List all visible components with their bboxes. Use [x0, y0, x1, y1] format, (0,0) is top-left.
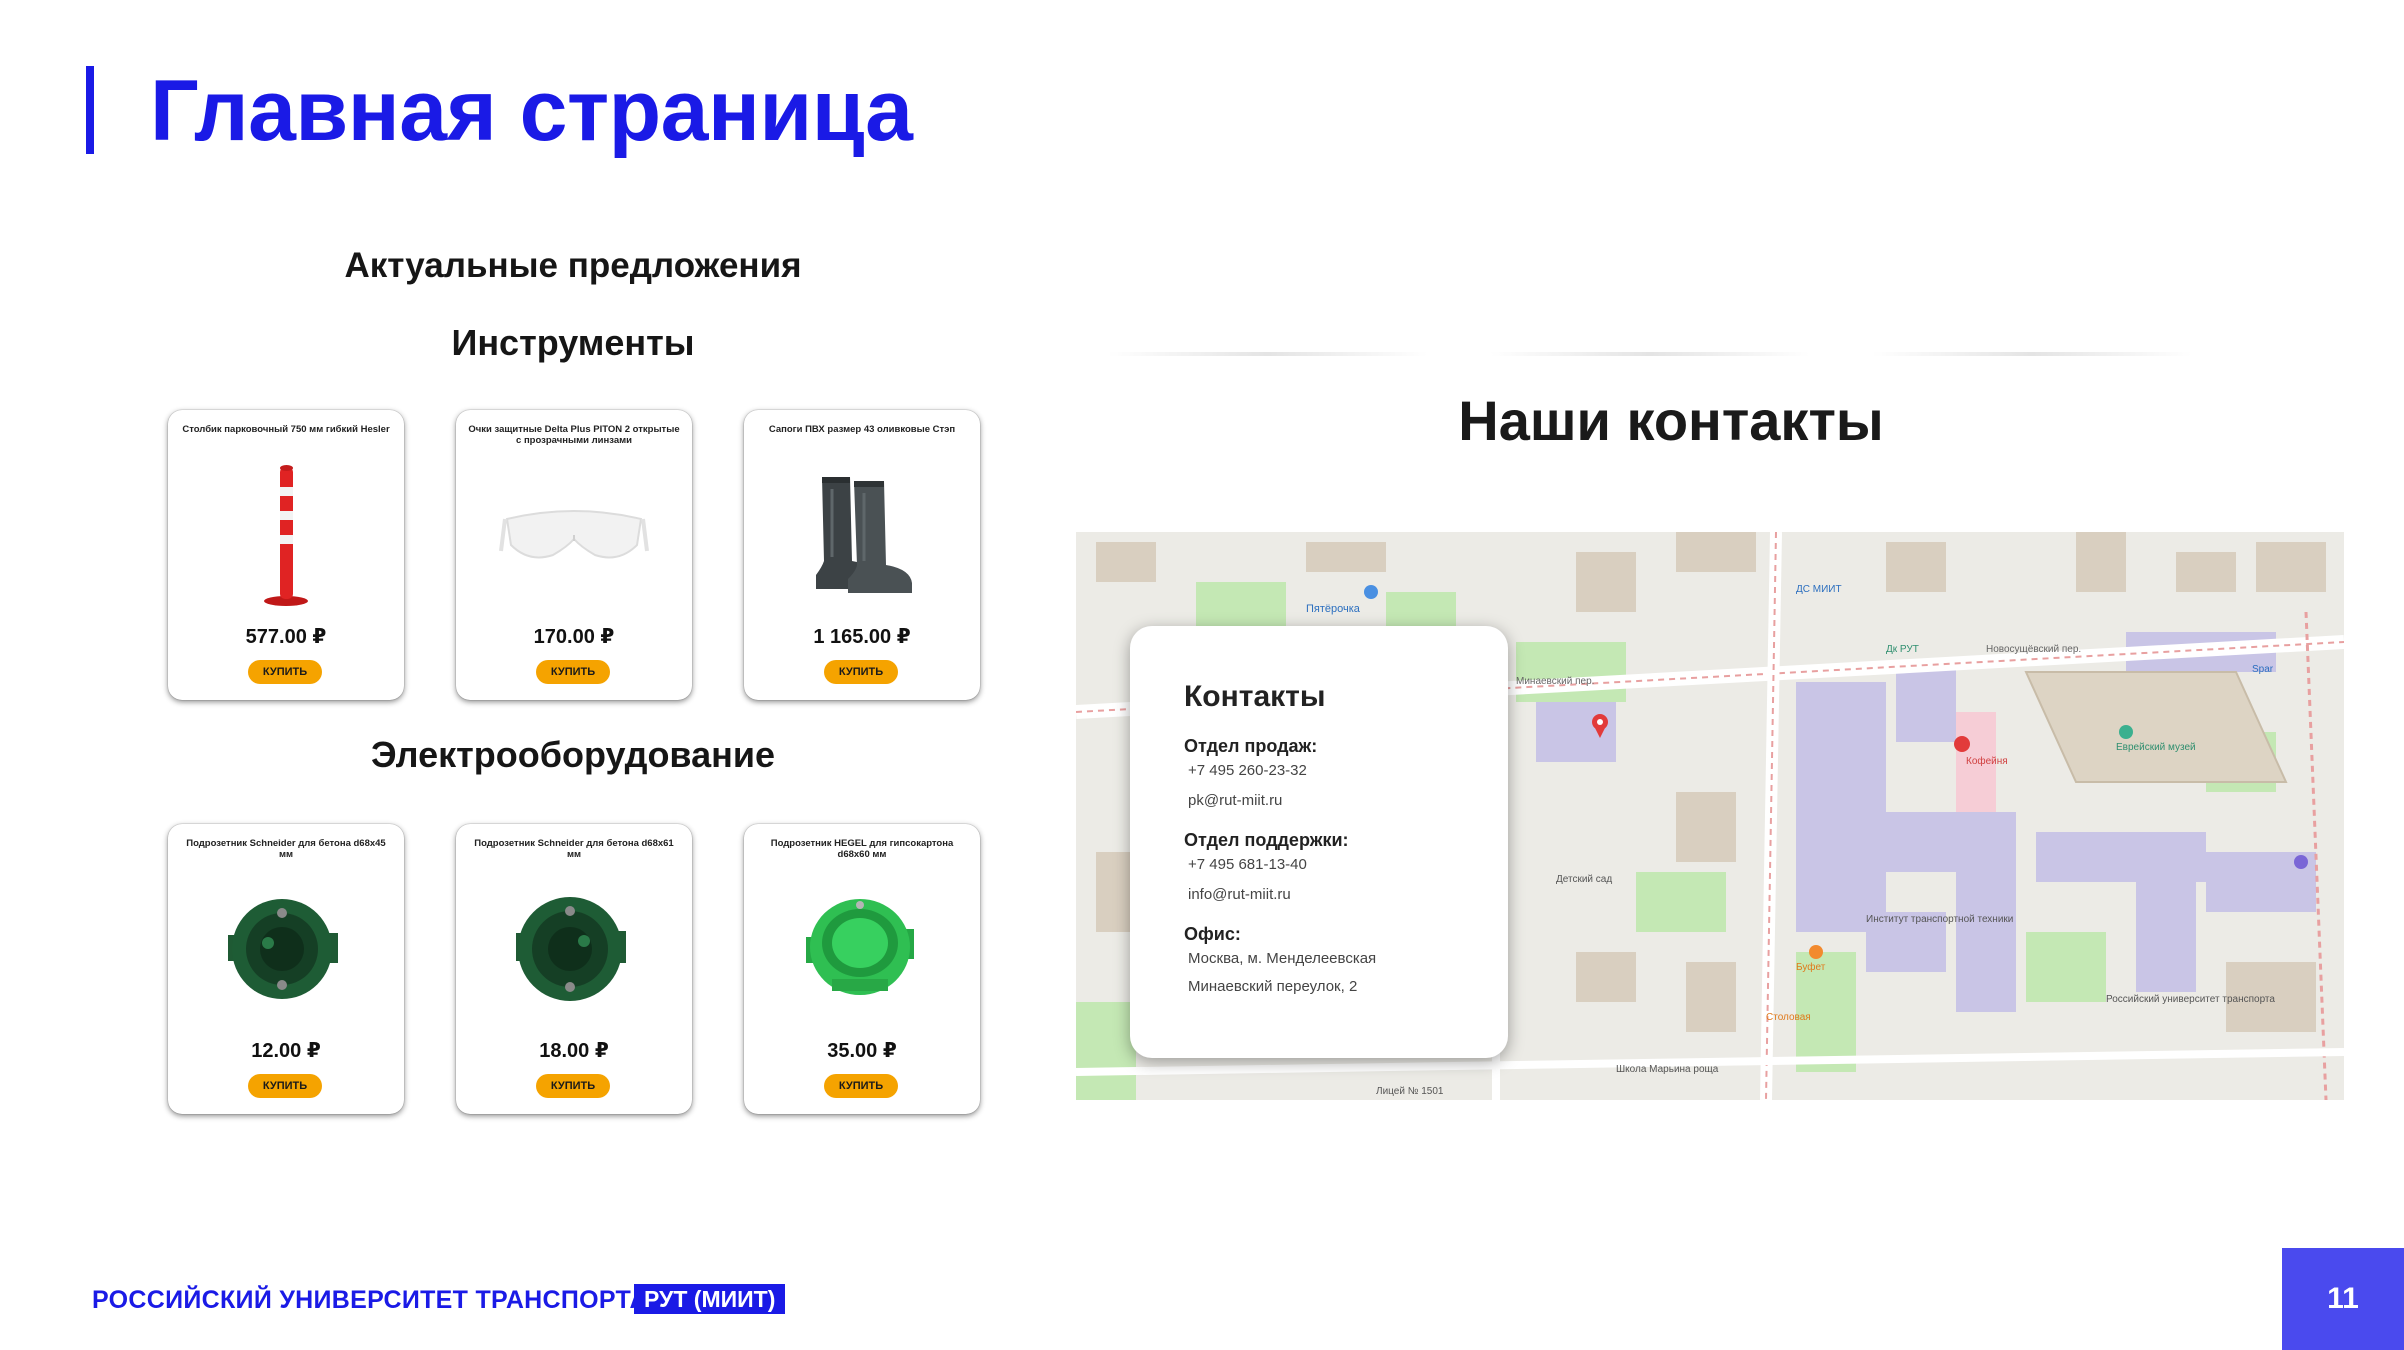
safety-glasses-icon — [484, 456, 664, 612]
buy-button[interactable]: КУПИТЬ — [248, 1074, 322, 1098]
product-name: Подрозетник Schneider для бетона d68x61 … — [474, 838, 674, 860]
page-number-box: 11 — [2282, 1248, 2404, 1350]
map-label: Детский сад — [1556, 874, 1612, 885]
map-label: Кофейня — [1966, 755, 2008, 767]
divider-line — [1490, 352, 1810, 356]
university-name: РОССИЙСКИЙ УНИВЕРСИТЕТ ТРАНСПОРТА — [92, 1286, 648, 1314]
office-address-line2: Минаевский переулок, 2 — [1188, 978, 1358, 995]
contacts-card: Контакты Отдел продаж: +7 495 260-23-32 … — [1130, 626, 1508, 1058]
buy-button[interactable]: КУПИТЬ — [248, 660, 322, 684]
product-card[interactable]: Очки защитные Delta Plus PITON 2 открыты… — [456, 410, 692, 700]
rubber-boots-icon — [772, 456, 952, 612]
offers-heading: Актуальные предложения — [344, 246, 802, 285]
product-card[interactable]: Подрозетник HEGEL для гипсокартона d68x6… — [744, 824, 980, 1114]
buy-button[interactable]: КУПИТЬ — [536, 660, 610, 684]
category-title-tools: Инструменты — [451, 322, 695, 363]
parking-post-icon — [196, 456, 376, 612]
product-name: Сапоги ПВХ размер 43 оливковые Стэп — [768, 424, 956, 435]
support-label: Отдел поддержки: — [1184, 830, 1349, 850]
sales-email[interactable]: pk@rut-miit.ru — [1188, 792, 1282, 809]
product-card[interactable]: Сапоги ПВХ размер 43 оливковые Стэп 1 16… — [744, 410, 980, 700]
map-label: Институт транспортной техники — [1866, 914, 2013, 925]
product-name: Столбик парковочный 750 мм гибкий Hesler — [182, 424, 390, 435]
map-label: Новосущёвский пер. — [1986, 644, 2081, 655]
buy-button[interactable]: КУПИТЬ — [536, 1074, 610, 1098]
map-label: Минаевский пер. — [1516, 676, 1594, 687]
socket-box-icon — [484, 870, 664, 1026]
product-card[interactable]: Подрозетник Schneider для бетона d68x45 … — [168, 824, 404, 1114]
map-label: Российский университет транспорта — [2106, 994, 2275, 1005]
divider-line — [1108, 352, 1428, 356]
product-price: 35.00 ₽ — [827, 1040, 897, 1062]
office-label: Офис: — [1184, 924, 1241, 944]
university-badge: РУТ (МИИТ) — [634, 1284, 786, 1314]
product-price: 18.00 ₽ — [539, 1040, 609, 1062]
sales-phone[interactable]: +7 495 260-23-32 — [1188, 762, 1307, 779]
slide-title: Главная страница — [150, 63, 913, 159]
support-phone[interactable]: +7 495 681-13-40 — [1188, 856, 1307, 873]
map-label: Буфет — [1796, 961, 1826, 973]
title-accent-bar — [86, 66, 94, 154]
socket-box-light-icon — [772, 870, 952, 1026]
buy-button[interactable]: КУПИТЬ — [824, 660, 898, 684]
product-card[interactable]: Подрозетник Schneider для бетона d68x61 … — [456, 824, 692, 1114]
product-price: 1 165.00 ₽ — [813, 626, 911, 648]
category-title-electrical: Электрооборудование — [370, 734, 776, 775]
divider-line — [1872, 352, 2192, 356]
map-label: Школа Марьина роща — [1616, 1064, 1719, 1075]
contacts-card-title: Контакты — [1184, 680, 1326, 713]
buy-button[interactable]: КУПИТЬ — [824, 1074, 898, 1098]
sales-label: Отдел продаж: — [1184, 736, 1318, 756]
map-label: Дк РУТ — [1886, 644, 1919, 655]
product-price: 170.00 ₽ — [533, 626, 615, 648]
product-name: Подрозетник HEGEL для гипсокартона d68x6… — [770, 838, 954, 860]
office-address-line1: Москва, м. Менделеевская — [1188, 950, 1377, 967]
product-name: Подрозетник Schneider для бетона d68x45 … — [186, 838, 386, 860]
map-label: Пятёрочка — [1306, 603, 1361, 615]
map-label: Еврейский музей — [2116, 742, 2196, 753]
product-price: 12.00 ₽ — [251, 1040, 321, 1062]
map-label: Лицей № 1501 — [1376, 1086, 1444, 1097]
map-label: ДС МИИТ — [1796, 584, 1842, 595]
socket-box-icon — [196, 870, 376, 1026]
map-label: Столовая — [1766, 1012, 1811, 1023]
map-label: Spar — [2252, 664, 2274, 675]
support-email[interactable]: info@rut-miit.ru — [1188, 886, 1291, 903]
product-price: 577.00 ₽ — [245, 626, 327, 648]
page-number: 11 — [2327, 1282, 2359, 1315]
product-card[interactable]: Столбик парковочный 750 мм гибкий Hesler… — [168, 410, 404, 700]
contacts-heading: Наши контакты — [1458, 389, 1884, 452]
product-name: Очки защитные Delta Plus PITON 2 открыты… — [468, 424, 680, 446]
